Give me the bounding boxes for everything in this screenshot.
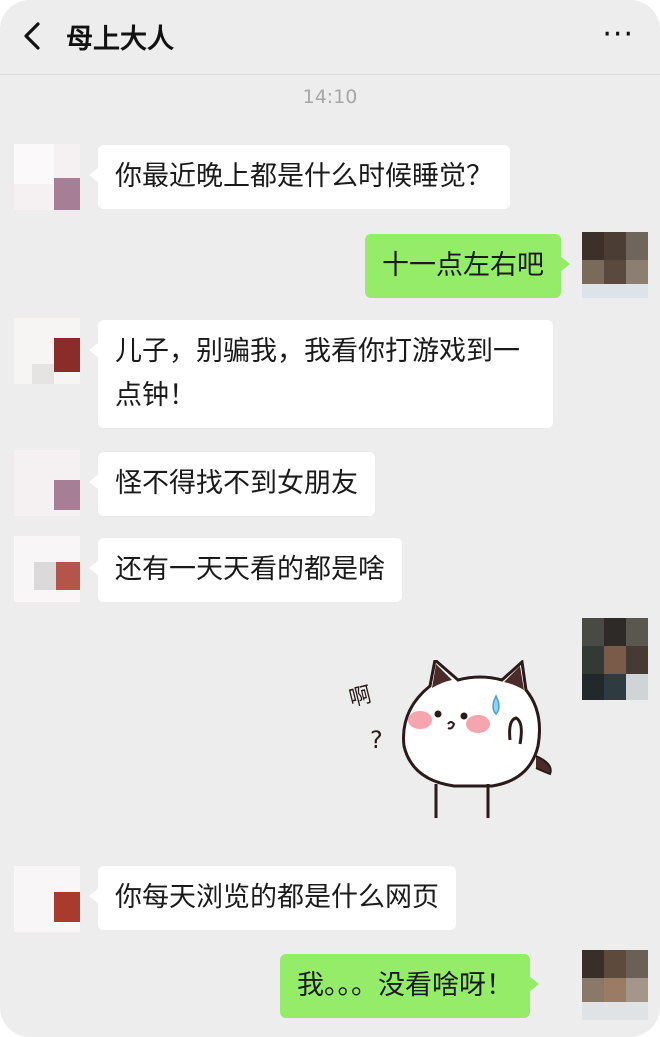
message-text: 十一点左右吧 [382,250,544,281]
message-text: 怪不得找不到女朋友 [115,468,358,499]
message-bubble[interactable]: 你最近晚上都是什么时候睡觉？ [89,145,510,209]
avatar-image [14,866,80,932]
contact-avatar[interactable] [14,536,80,602]
message-bubble[interactable]: 十一点左右吧 [365,234,570,298]
message-text: 你每天浏览的都是什么网页 [115,882,439,913]
message-bubble[interactable]: 我。。。没看啥呀！ [280,954,539,1018]
message-bubble[interactable]: 怪不得找不到女朋友 [89,452,375,516]
message-bubble[interactable]: 儿子，别骗我，我看你打游戏到一点钟！ [89,320,553,428]
contact-avatar[interactable] [14,866,80,932]
message-text: 我。。。没看啥呀！ [297,970,513,1001]
chat-title: 母上大人 [66,24,174,55]
cat-sticker[interactable]: 啊 ? [340,657,560,830]
sticker-exclamation: 啊 [347,683,374,713]
contact-avatar[interactable] [14,450,80,516]
avatar-image [14,536,80,602]
avatar-image [582,618,648,700]
avatar-image [14,318,80,384]
sticker-question-mark: ? [370,726,383,754]
back-button[interactable] [16,16,52,56]
message-timestamp: 14:10 [302,86,358,108]
user-avatar[interactable] [582,618,648,700]
avatar-image [582,232,648,298]
more-options-button[interactable]: ··· [602,20,634,50]
message-text: 儿子，别骗我，我看你打游戏到一点钟！ [115,336,520,411]
contact-avatar[interactable] [14,144,80,210]
message-text: 你最近晚上都是什么时候睡觉？ [115,161,493,192]
message-text: 还有一天天看的都是啥 [115,554,385,585]
contact-avatar[interactable] [14,318,80,384]
user-avatar[interactable] [582,950,648,1020]
avatar-image [14,144,80,210]
message-bubble[interactable]: 还有一天天看的都是啥 [89,538,402,602]
chevron-left-icon [24,22,40,50]
avatar-image [582,950,648,1020]
sweating-cat-sticker-image: 啊 ? [347,657,552,818]
avatar-image [14,450,80,516]
user-avatar[interactable] [582,232,648,298]
chat-screen: 母上大人 ··· 14:10 你最近晚上都是什么时候睡觉？ 十一点左右吧 儿子，… [0,0,660,1037]
message-bubble[interactable]: 你每天浏览的都是什么网页 [89,866,456,930]
chat-header: 母上大人 ··· [0,0,660,75]
